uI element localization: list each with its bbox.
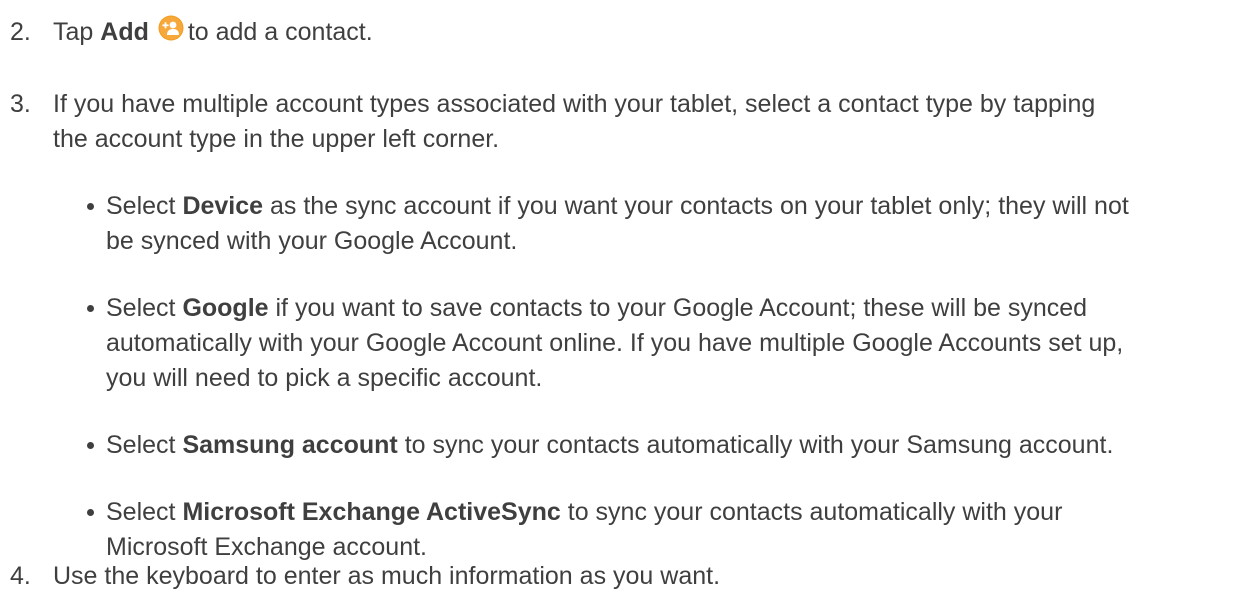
bullet-bold: Microsoft Exchange ActiveSync (182, 498, 561, 526)
step-text: Tap Add to add a contact. (53, 14, 373, 50)
bullet-post: to sync your contacts automatically with… (404, 431, 1114, 459)
step-text: Use the keyboard to enter as much inform… (53, 562, 721, 590)
add-contact-icon (158, 15, 184, 41)
bullet-text-line-1: Select Microsoft Exchange ActiveSync to … (106, 494, 1062, 530)
bullet-bold: Device (182, 192, 264, 220)
bullet-dot (87, 305, 94, 312)
step-text-post: to add a contact. (187, 18, 373, 46)
bullet-pre: Select (106, 431, 176, 459)
bullet-dot (87, 442, 94, 449)
bullet-text-line-2: automatically with your Google Account o… (106, 329, 1124, 357)
bullet-pre: Select (106, 498, 176, 526)
step-text-pre: Tap (53, 18, 94, 46)
bullet-dot (87, 203, 94, 210)
step-number: 4. (10, 562, 31, 590)
step-text-line-2: the account type in the upper left corne… (53, 125, 500, 153)
bullet-text-line-1: Select Google if you want to save contac… (106, 290, 1087, 326)
bullet-post: to sync your contacts automatically with… (567, 498, 1063, 526)
bullet-dot (87, 509, 94, 516)
bullet-text-line-1: Select Device as the sync account if you… (106, 188, 1129, 224)
bullet-text-line-2: be synced with your Google Account. (106, 227, 518, 255)
bullet-text-line-1: Select Samsung account to sync your cont… (106, 427, 1113, 463)
bullet-bold: Samsung account (182, 431, 398, 459)
bullet-pre: Select (106, 294, 176, 322)
add-label: Add (100, 18, 149, 46)
bullet-post: if you want to save contacts to your Goo… (275, 294, 1088, 322)
step-number: 3. (10, 90, 31, 118)
step-text-line-1: If you have multiple account types assoc… (53, 90, 1096, 118)
bullet-post: as the sync account if you want your con… (270, 192, 1129, 220)
bullet-bold: Google (182, 294, 269, 322)
step-number: 2. (10, 18, 31, 46)
bullet-text-line-3: you will need to pick a specific account… (106, 364, 543, 392)
bullet-pre: Select (106, 192, 176, 220)
